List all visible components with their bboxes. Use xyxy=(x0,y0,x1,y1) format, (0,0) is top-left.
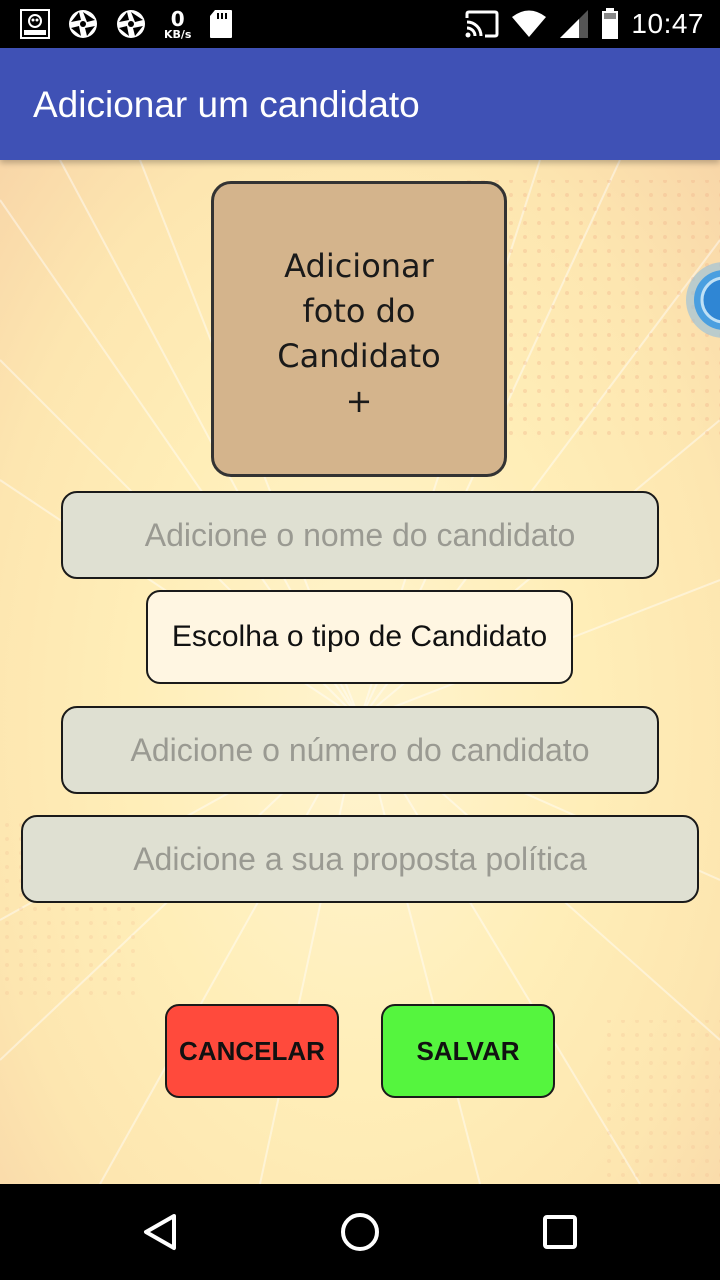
data-speed-indicator: 0 KB/s xyxy=(164,9,191,40)
back-icon[interactable] xyxy=(136,1208,184,1256)
save-button-label: SALVAR xyxy=(416,1035,520,1066)
navigation-bar xyxy=(0,1184,720,1280)
cast-icon xyxy=(465,10,499,38)
status-bar: 0 KB/s 10:47 xyxy=(0,0,720,48)
camera-shutter-icon xyxy=(116,9,146,39)
camera-shutter-icon xyxy=(68,9,98,39)
candidate-name-input[interactable] xyxy=(61,491,659,579)
cell-signal-icon xyxy=(559,9,589,39)
recents-icon[interactable] xyxy=(536,1208,584,1256)
cancel-button-label: CANCELAR xyxy=(179,1035,325,1066)
sd-card-icon xyxy=(209,9,233,39)
data-speed-unit: KB/s xyxy=(164,27,192,41)
page-title: Adicionar um candidato xyxy=(33,84,420,125)
candidate-type-selector[interactable]: Escolha o tipo de Candidato xyxy=(146,590,573,684)
political-proposal-input[interactable] xyxy=(21,815,699,903)
screen: 0 KB/s 10:47 Adicionar um candidato Adic… xyxy=(0,0,720,1280)
candidate-type-label: Escolha o tipo de Candidato xyxy=(171,620,548,653)
cancel-button[interactable]: CANCELAR xyxy=(165,1004,339,1098)
add-photo-button[interactable]: Adicionar foto do Candidato + xyxy=(211,181,507,477)
save-button[interactable]: SALVAR xyxy=(381,1004,555,1098)
clock: 10:47 xyxy=(631,8,704,39)
status-bar-right: 10:47 xyxy=(465,6,704,42)
otaku-app-icon xyxy=(20,9,50,39)
add-photo-label: Adicionar foto do Candidato + xyxy=(277,247,441,420)
form-content: Adicionar foto do Candidato + Escolha o … xyxy=(0,160,720,1184)
battery-icon xyxy=(601,8,619,40)
status-bar-left: 0 KB/s xyxy=(20,8,233,40)
floating-bubble-icon[interactable] xyxy=(684,260,720,340)
wifi-icon xyxy=(511,10,547,38)
home-icon[interactable] xyxy=(336,1208,384,1256)
data-speed-value: 0 xyxy=(170,6,185,31)
app-bar: Adicionar um candidato xyxy=(0,48,720,160)
candidate-number-input[interactable] xyxy=(61,706,659,794)
